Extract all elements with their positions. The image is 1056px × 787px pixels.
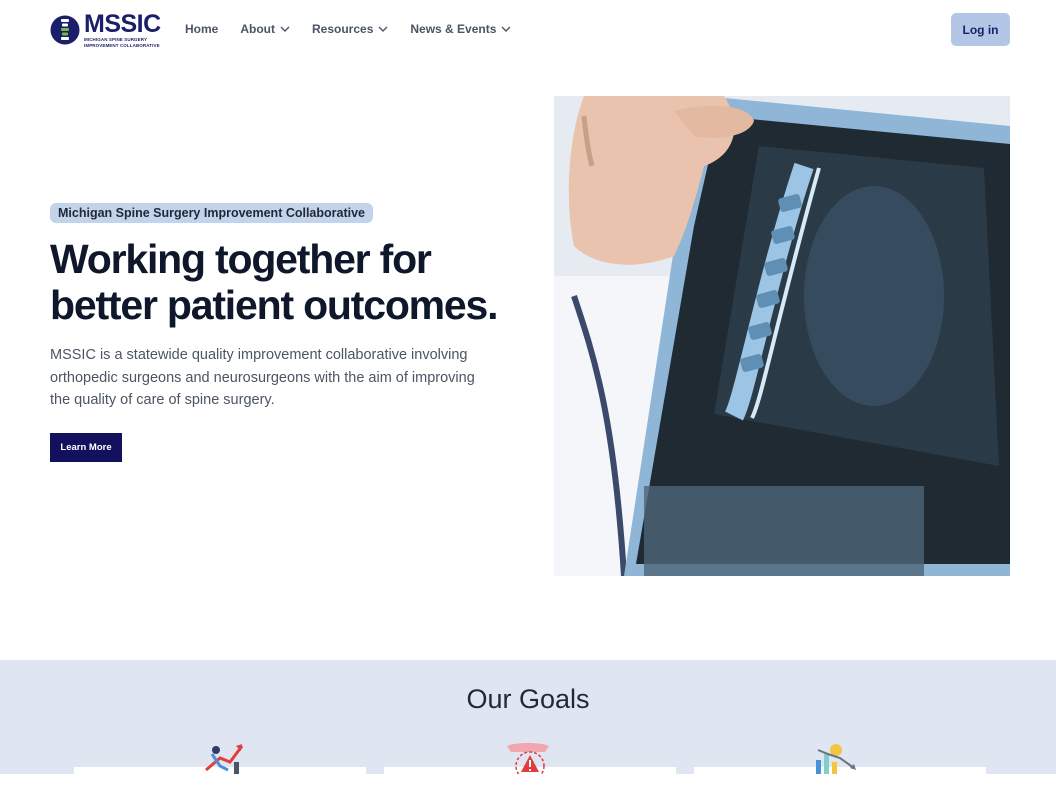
warning-shield-icon — [507, 743, 549, 774]
nav-item-about[interactable]: About — [240, 22, 290, 36]
logo-wordmark: MSSIC — [84, 10, 161, 38]
growth-chart-icon — [205, 744, 244, 774]
nav-label-resources: Resources — [312, 22, 374, 36]
hero-mri-image — [554, 96, 1010, 576]
logo-subtitle-1: MICHIGAN SPINE SURGERY — [84, 37, 148, 42]
main-nav: Home About Resources News & Events — [185, 22, 533, 36]
nav-label-about: About — [240, 22, 275, 36]
nav-item-news-events[interactable]: News & Events — [410, 22, 511, 36]
logo-subtitle-2: IMPROVEMENT COLLABORATIVE — [84, 42, 160, 48]
nav-label-news-events: News & Events — [410, 22, 497, 36]
mssic-logo[interactable]: MSSIC MICHIGAN SPINE SURGERY IMPROVEMENT… — [50, 12, 161, 48]
logo-text: MSSIC MICHIGAN SPINE SURGERY IMPROVEMENT… — [84, 12, 161, 48]
chevron-down-icon — [280, 26, 290, 32]
hero-title-line-2: better patient outcomes. — [50, 282, 499, 328]
chevron-down-icon — [501, 26, 511, 32]
hero-title: Working together for better patient outc… — [50, 236, 530, 328]
goals-title: Our Goals — [466, 684, 590, 714]
nav-item-home[interactable]: Home — [185, 22, 218, 36]
mri-illustration — [554, 96, 1010, 576]
site-header: MSSIC MICHIGAN SPINE SURGERY IMPROVEMENT… — [0, 0, 1056, 60]
nav-item-resources[interactable]: Resources — [312, 22, 388, 36]
hero-description: MSSIC is a statewide quality improvement… — [50, 347, 475, 408]
learn-more-button[interactable]: Learn More — [50, 433, 122, 462]
hero-title-line-1: Working together for — [50, 236, 432, 282]
login-button[interactable]: Log in — [951, 13, 1010, 46]
nav-label-home: Home — [185, 22, 219, 36]
chevron-down-icon — [378, 26, 388, 32]
cost-reduction-icon — [816, 744, 856, 774]
hero-badge: Michigan Spine Surgery Improvement Colla… — [50, 203, 374, 223]
spine-logo-icon — [50, 15, 80, 45]
